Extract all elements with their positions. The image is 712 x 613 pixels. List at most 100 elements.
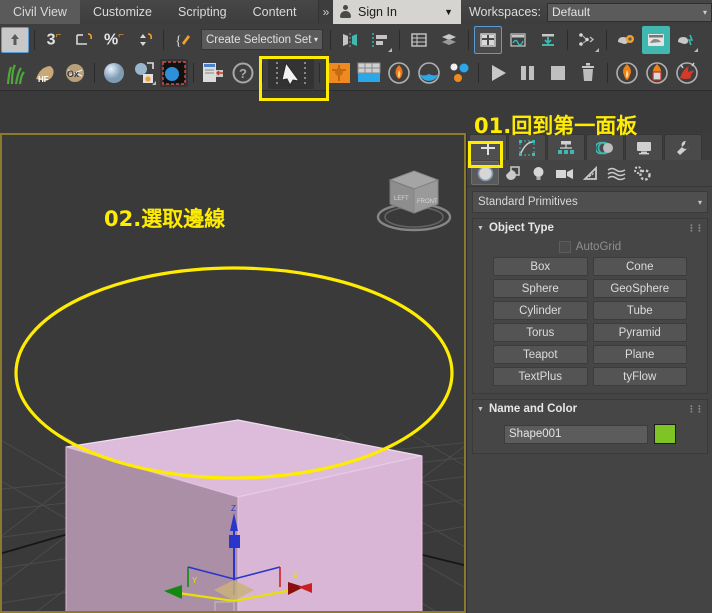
object-button-tyflow[interactable]: tyFlow xyxy=(592,367,687,386)
fire-sim-icon[interactable] xyxy=(613,59,641,87)
toolbar-separator xyxy=(468,29,469,50)
cp-subtab-space-warps[interactable] xyxy=(603,162,629,184)
svg-text:X: X xyxy=(293,571,299,580)
material-assign-icon[interactable] xyxy=(130,59,158,87)
window-crossing-button[interactable]: %⌐ xyxy=(100,26,128,54)
workspaces-select[interactable]: Default ▾ xyxy=(547,2,712,22)
cp-subtab-cameras[interactable] xyxy=(551,162,577,184)
menu-item-customize[interactable]: Customize xyxy=(80,0,165,24)
material-editor-button[interactable] xyxy=(612,26,640,54)
fire-stop-icon[interactable] xyxy=(643,59,671,87)
rectangular-selection-region-button[interactable] xyxy=(70,26,98,54)
object-button-torus[interactable]: Torus xyxy=(493,323,588,342)
object-type-header[interactable]: ▼ Object Type ⋮⋮ xyxy=(473,219,707,237)
create-selection-set-combo[interactable]: Create Selection Set ▾ xyxy=(201,29,323,50)
menu-overflow-icon[interactable]: » xyxy=(317,0,333,24)
object-type-title: Object Type xyxy=(488,222,554,234)
stop-button[interactable] xyxy=(544,59,572,87)
object-button-geosphere[interactable]: GeoSphere xyxy=(592,279,687,298)
explosion-icon[interactable] xyxy=(673,59,701,87)
workspaces-label: Workspaces: xyxy=(468,5,541,19)
help-icon[interactable]: ? xyxy=(229,59,257,87)
autogrid-checkbox-row[interactable]: AutoGrid xyxy=(479,241,701,253)
pause-button[interactable] xyxy=(514,59,542,87)
rendered-frame-button[interactable] xyxy=(642,25,670,54)
cp-tab-utilities[interactable] xyxy=(664,134,702,160)
main-toolbar: 3⌐ %⌐ { Create Selection Set ▾ xyxy=(0,24,712,56)
annotation-highlight-create-tab xyxy=(468,141,503,168)
import-button[interactable] xyxy=(534,26,562,54)
category-select[interactable]: Standard Primitives ▾ xyxy=(472,191,708,213)
sign-in-button[interactable]: Sign In ▼ xyxy=(332,0,461,24)
sign-in-label: Sign In xyxy=(357,5,397,19)
secondary-toolbar: HF Ox ? xyxy=(0,55,712,91)
object-button-tube[interactable]: Tube xyxy=(592,301,687,320)
select-object-button[interactable] xyxy=(1,26,29,53)
render-setup-button[interactable] xyxy=(672,26,700,54)
object-type-button-grid: Box Cone Sphere GeoSphere Cylinder Tube … xyxy=(479,257,701,386)
object-button-textplus[interactable]: TextPlus xyxy=(493,367,588,386)
material-sphere-icon[interactable] xyxy=(100,59,128,87)
water-grid-icon[interactable] xyxy=(355,59,383,87)
grass-icon[interactable] xyxy=(1,59,29,87)
annotation-step-1-text: 01.回到第一面板 xyxy=(474,114,638,138)
select-and-move-button[interactable] xyxy=(130,26,158,54)
viewport-perspective[interactable]: Z Y X LEFT FRONT xyxy=(0,133,466,613)
toolbar-separator xyxy=(606,29,607,50)
cp-subtab-systems[interactable] xyxy=(629,162,655,184)
play-button[interactable] xyxy=(484,59,512,87)
viewport-canvas[interactable]: Z Y X LEFT FRONT xyxy=(2,135,464,611)
object-button-box[interactable]: Box xyxy=(493,257,588,276)
name-and-color-title: Name and Color xyxy=(488,403,578,415)
3dsmax-window: Civil View Customize Scripting Content »… xyxy=(0,0,712,613)
asset-tracking-icon[interactable] xyxy=(199,59,227,87)
material-preview-icon[interactable] xyxy=(160,58,188,87)
viewcube-left-label: LEFT xyxy=(394,196,409,202)
particles-icon[interactable] xyxy=(445,59,473,87)
chevron-down-icon: ▾ xyxy=(697,197,702,207)
chevron-down-icon: ▾ xyxy=(702,7,707,17)
hair-fur-icon[interactable]: HF xyxy=(31,59,59,87)
category-value: Standard Primitives xyxy=(478,196,578,208)
align-button[interactable] xyxy=(366,26,394,54)
layer-explorer-button[interactable] xyxy=(405,26,433,54)
command-panel-body: Standard Primitives ▾ ▼ Object Type ⋮⋮ A… xyxy=(467,187,712,454)
menu-item-civil-view[interactable]: Civil View xyxy=(0,0,80,24)
name-and-color-header[interactable]: ▼ Name and Color ⋮⋮ xyxy=(473,400,707,418)
object-color-swatch[interactable] xyxy=(654,424,676,444)
object-button-cylinder[interactable]: Cylinder xyxy=(493,301,588,320)
svg-text:?: ? xyxy=(239,66,247,81)
delete-trash-icon[interactable] xyxy=(574,59,602,87)
object-button-cone[interactable]: Cone xyxy=(592,257,687,276)
person-icon xyxy=(339,5,352,19)
object-name-input[interactable]: Shape001 xyxy=(504,424,648,444)
select-by-name-button[interactable]: 3⌐ xyxy=(40,26,68,54)
fire-effect-icon[interactable] xyxy=(385,59,413,87)
schematic-view-button[interactable] xyxy=(573,26,601,54)
command-panel-subtabs xyxy=(467,160,712,187)
cloth-icon[interactable]: Ox xyxy=(61,59,89,87)
autogrid-checkbox[interactable] xyxy=(558,241,571,253)
curve-editor-button[interactable] xyxy=(504,26,532,54)
viewcube: LEFT FRONT xyxy=(376,170,452,232)
menu-item-scripting[interactable]: Scripting xyxy=(165,0,240,24)
object-type-body: AutoGrid Box Cone Sphere GeoSphere Cylin… xyxy=(473,237,707,393)
mirror-button[interactable] xyxy=(336,26,364,54)
cp-subtab-helpers[interactable] xyxy=(577,162,603,184)
scene-explorer-button[interactable] xyxy=(474,25,502,54)
object-button-plane[interactable]: Plane xyxy=(592,345,687,364)
object-button-pyramid[interactable]: Pyramid xyxy=(592,323,687,342)
toolbar-separator xyxy=(193,62,194,83)
named-selection-sets-button[interactable]: { xyxy=(169,26,197,54)
water-effect-icon[interactable] xyxy=(415,59,443,87)
menu-item-content[interactable]: Content xyxy=(240,0,310,24)
object-button-sphere[interactable]: Sphere xyxy=(493,279,588,298)
layer-manager-button[interactable] xyxy=(435,26,463,54)
object-button-teapot[interactable]: Teapot xyxy=(493,345,588,364)
annotation-step-2-text: 02.選取邊線 xyxy=(104,207,226,231)
selection-set-value: Create Selection Set xyxy=(206,33,312,46)
toolbar-separator xyxy=(478,62,479,83)
particle-flow-icon[interactable] xyxy=(325,59,353,87)
name-and-color-body: Shape001 xyxy=(473,418,707,453)
cp-subtab-lights[interactable] xyxy=(525,162,551,184)
